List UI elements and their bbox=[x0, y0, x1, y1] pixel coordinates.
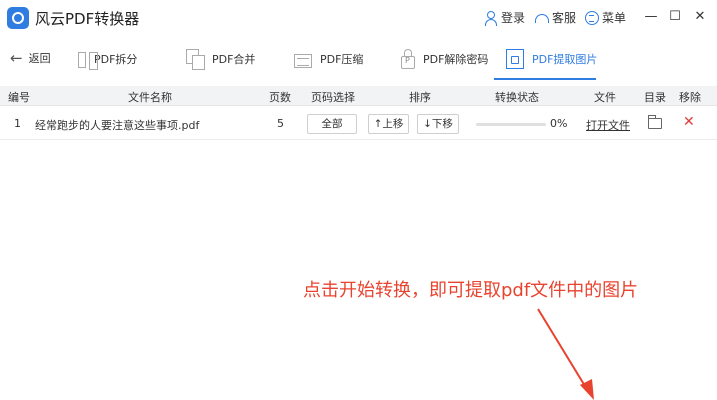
image-icon bbox=[506, 49, 524, 69]
annotation-arrow-icon bbox=[537, 308, 594, 400]
header-pages: 页数 bbox=[269, 91, 291, 104]
tool-pdf-extract-images[interactable]: PDF提取图片 bbox=[506, 48, 597, 70]
login-label: 登录 bbox=[501, 11, 526, 25]
table-row: 1 经常跑步的人要注意这些事项.pdf 5 全部 ↑上移 ↓下移 0% 打开文件 bbox=[0, 108, 717, 140]
file-table-header: 编号 文件名称 页数 页码选择 排序 转换状态 文件 目录 移除 bbox=[0, 86, 717, 106]
conversion-progress-bar bbox=[476, 123, 546, 126]
menu-icon bbox=[585, 10, 599, 25]
tool-label: PDF合并 bbox=[212, 53, 256, 66]
user-icon bbox=[484, 10, 498, 26]
header-index: 编号 bbox=[8, 91, 30, 104]
row-filename: 经常跑步的人要注意这些事项.pdf bbox=[35, 119, 200, 132]
move-down-button[interactable]: ↓下移 bbox=[417, 114, 459, 134]
back-arrow-icon: ← bbox=[10, 49, 23, 67]
tool-label: PDF拆分 bbox=[94, 53, 138, 66]
menu-button[interactable]: 菜单 bbox=[585, 9, 626, 26]
folder-icon[interactable] bbox=[648, 115, 662, 129]
header-remove: 移除 bbox=[679, 91, 701, 104]
unlock-icon bbox=[401, 48, 415, 69]
header-page-select: 页码选择 bbox=[311, 91, 355, 104]
row-status: 0% bbox=[550, 117, 568, 130]
app-logo-icon bbox=[7, 7, 29, 29]
page-select-button[interactable]: 全部 bbox=[307, 114, 357, 134]
service-label: 客服 bbox=[552, 11, 577, 25]
move-up-button[interactable]: ↑上移 bbox=[368, 114, 409, 134]
split-icon bbox=[78, 52, 98, 70]
row-pages: 5 bbox=[277, 117, 284, 130]
close-button[interactable]: ✕ bbox=[689, 6, 711, 28]
maximize-button[interactable]: ☐ bbox=[664, 6, 686, 28]
compress-icon bbox=[294, 53, 312, 68]
header-file: 文件 bbox=[594, 91, 616, 104]
minimize-button[interactable]: — bbox=[640, 6, 662, 28]
active-tab-indicator bbox=[494, 78, 596, 80]
tool-pdf-split[interactable]: PDF拆分 bbox=[78, 48, 137, 70]
header-directory: 目录 bbox=[644, 91, 666, 104]
tool-pdf-compress[interactable]: PDF压缩 bbox=[294, 48, 363, 70]
tool-label: PDF解除密码 bbox=[423, 53, 489, 66]
menu-label: 菜单 bbox=[602, 11, 627, 25]
app-title: 风云PDF转换器 bbox=[35, 10, 140, 28]
merge-icon bbox=[186, 49, 205, 70]
open-file-link[interactable]: 打开文件 bbox=[586, 117, 630, 133]
headset-icon bbox=[535, 14, 549, 23]
tool-pdf-merge[interactable]: PDF合并 bbox=[186, 48, 255, 70]
row-index: 1 bbox=[14, 117, 21, 130]
header-filename: 文件名称 bbox=[128, 91, 172, 104]
login-button[interactable]: 登录 bbox=[484, 9, 525, 26]
tool-pdf-unlock[interactable]: PDF解除密码 bbox=[401, 48, 488, 70]
toolbar: ← 返回 PDF拆分 PDF合并 PDF压缩 PDF解除密码 PDF提取图片 bbox=[0, 40, 717, 80]
header-status: 转换状态 bbox=[495, 91, 539, 104]
annotation-text: 点击开始转换，即可提取pdf文件中的图片 bbox=[303, 280, 639, 301]
header-order: 排序 bbox=[409, 91, 431, 104]
title-bar: 风云PDF转换器 登录 客服 菜单 — ☐ ✕ bbox=[0, 0, 717, 36]
tool-label: PDF提取图片 bbox=[532, 53, 598, 66]
back-button[interactable]: ← 返回 bbox=[10, 50, 51, 66]
service-button[interactable]: 客服 bbox=[535, 9, 576, 26]
remove-icon[interactable]: ✕ bbox=[683, 114, 695, 130]
tool-label: PDF压缩 bbox=[320, 53, 364, 66]
back-label: 返回 bbox=[28, 52, 51, 65]
